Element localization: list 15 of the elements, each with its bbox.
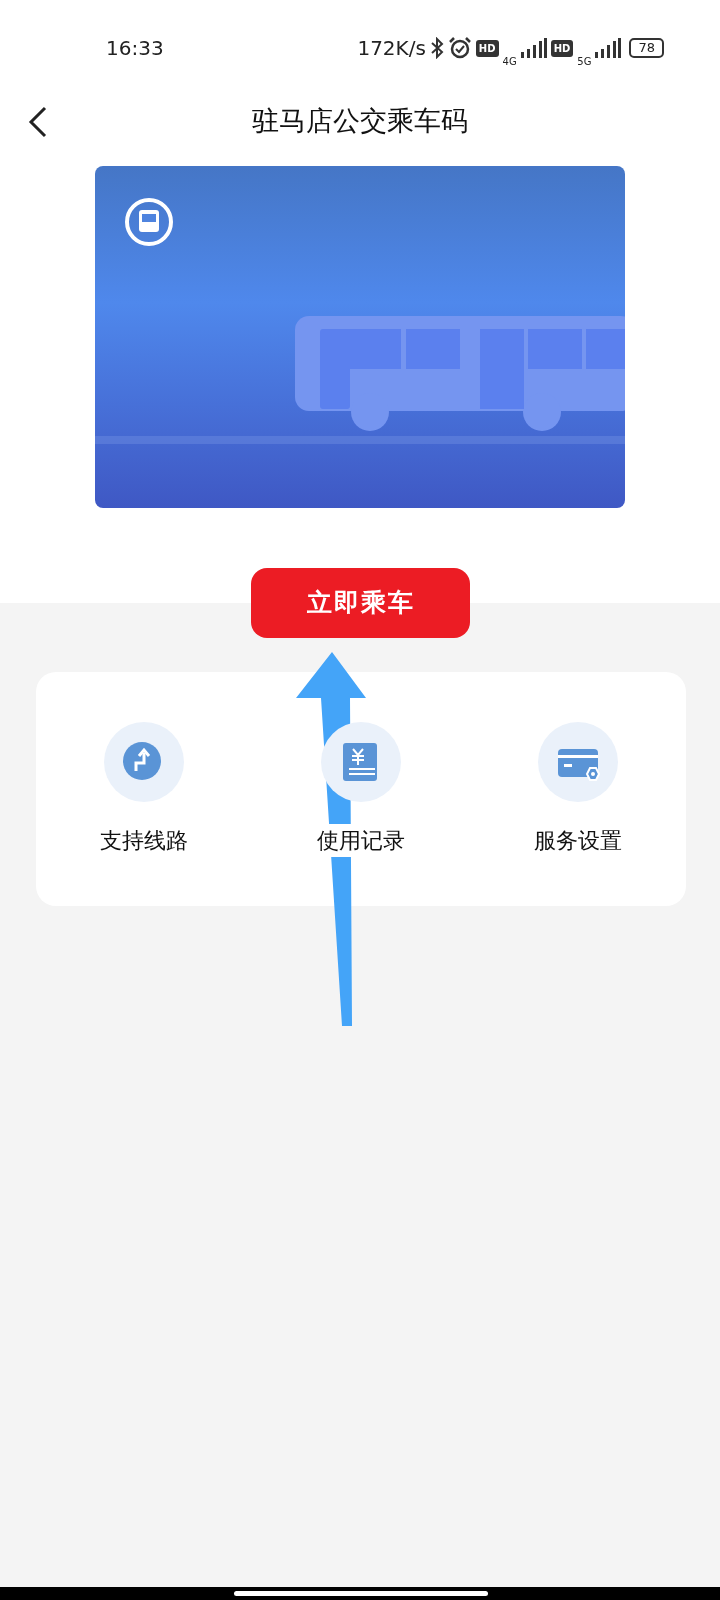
bluetooth-icon <box>429 37 444 59</box>
page-title: 驻马店公交乘车码 <box>252 103 468 138</box>
network-type: 5G <box>577 54 592 69</box>
signal-icon <box>520 38 547 58</box>
status-time: 16:33 <box>106 35 164 62</box>
network-speed: 172K/s <box>357 35 426 62</box>
service-label[interactable]: 使用记录 <box>315 823 407 857</box>
signal-icon <box>595 38 622 58</box>
back-icon[interactable] <box>28 106 48 138</box>
battery-indicator: 78 <box>629 38 664 58</box>
alarm-icon <box>447 36 472 60</box>
hd-badge: HD <box>475 39 499 57</box>
hd-badge: HD <box>550 39 574 57</box>
network-type: 4G <box>502 54 517 69</box>
ride-now-button[interactable]: 立即乘车 <box>251 568 470 638</box>
